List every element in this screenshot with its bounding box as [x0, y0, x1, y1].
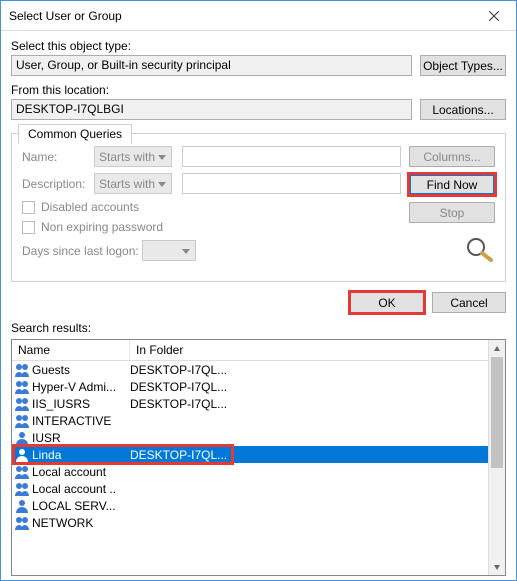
location-label: From this location: [11, 83, 506, 97]
search-results-list: Name In Folder GuestsDESKTOP-I7QL...Hype… [11, 339, 506, 576]
stop-button[interactable]: Stop [409, 202, 495, 223]
user-icon [14, 447, 30, 463]
result-row[interactable]: GuestsDESKTOP-I7QL... [12, 361, 505, 378]
group-icon [14, 464, 30, 480]
non-expiring-label: Non expiring password [41, 220, 163, 234]
name-input[interactable] [182, 146, 401, 167]
result-row[interactable]: LindaDESKTOP-I7QL... [12, 446, 505, 463]
ok-button[interactable]: OK [350, 292, 424, 313]
group-icon [14, 379, 30, 395]
result-name: Local account .. [32, 482, 130, 496]
description-label: Description: [22, 177, 94, 191]
close-button[interactable] [471, 2, 516, 30]
location-field: DESKTOP-I7QLBGI [11, 99, 412, 120]
result-name: LOCAL SERV... [32, 499, 130, 513]
result-row[interactable]: INTERACTIVE [12, 412, 505, 429]
column-header-folder[interactable]: In Folder [130, 340, 505, 360]
name-label: Name: [22, 150, 94, 164]
result-row[interactable]: Hyper-V Admi...DESKTOP-I7QL... [12, 378, 505, 395]
result-name: IUSR [32, 431, 130, 445]
scrollbar[interactable] [488, 340, 505, 575]
scroll-up-button[interactable] [489, 340, 505, 357]
result-name: NETWORK [32, 516, 130, 530]
name-matcher-select[interactable]: Starts with [94, 146, 172, 167]
days-since-logon-label: Days since last logon: [22, 244, 142, 258]
result-row[interactable]: IUSR [12, 429, 505, 446]
column-header-name[interactable]: Name [12, 340, 130, 360]
window-title: Select User or Group [9, 9, 471, 23]
result-folder: DESKTOP-I7QL... [130, 397, 505, 411]
search-icon [465, 236, 495, 265]
non-expiring-checkbox[interactable] [22, 221, 35, 234]
result-name: INTERACTIVE [32, 414, 130, 428]
user-icon [14, 498, 30, 514]
result-row[interactable]: IIS_IUSRSDESKTOP-I7QL... [12, 395, 505, 412]
titlebar: Select User or Group [1, 1, 516, 31]
select-user-group-dialog: Select User or Group Select this object … [0, 0, 517, 581]
tab-common-queries[interactable]: Common Queries [18, 124, 132, 144]
object-types-button[interactable]: Object Types... [420, 55, 506, 76]
result-folder: DESKTOP-I7QL... [130, 448, 505, 462]
results-header: Name In Folder [12, 340, 505, 361]
columns-button[interactable]: Columns... [409, 146, 495, 167]
description-input[interactable] [182, 173, 401, 194]
result-name: Linda [32, 448, 130, 462]
scroll-down-button[interactable] [489, 558, 505, 575]
result-row[interactable]: LOCAL SERV... [12, 497, 505, 514]
cancel-button[interactable]: Cancel [432, 292, 506, 313]
group-icon [14, 481, 30, 497]
result-row[interactable]: NETWORK [12, 514, 505, 531]
group-icon [14, 396, 30, 412]
result-name: Hyper-V Admi... [32, 380, 130, 394]
find-now-button[interactable]: Find Now [409, 174, 495, 195]
search-results-label: Search results: [11, 321, 506, 335]
scroll-thumb[interactable] [491, 357, 503, 468]
result-row[interactable]: Local account .. [12, 480, 505, 497]
description-matcher-select[interactable]: Starts with [94, 173, 172, 194]
disabled-accounts-label: Disabled accounts [41, 200, 139, 214]
group-icon [14, 362, 30, 378]
user-icon [14, 430, 30, 446]
group-icon [14, 413, 30, 429]
result-folder: DESKTOP-I7QL... [130, 363, 505, 377]
disabled-accounts-checkbox[interactable] [22, 201, 35, 214]
result-name: Guests [32, 363, 130, 377]
group-icon [14, 515, 30, 531]
result-row[interactable]: Local account [12, 463, 505, 480]
object-type-field: User, Group, or Built-in security princi… [11, 55, 412, 76]
locations-button[interactable]: Locations... [420, 99, 506, 120]
object-type-label: Select this object type: [11, 39, 506, 53]
result-name: Local account [32, 465, 130, 479]
days-since-logon-select[interactable] [142, 240, 196, 261]
result-folder: DESKTOP-I7QL... [130, 380, 505, 394]
result-name: IIS_IUSRS [32, 397, 130, 411]
common-queries-group: Common Queries Name: Starts with Descrip… [11, 133, 506, 282]
